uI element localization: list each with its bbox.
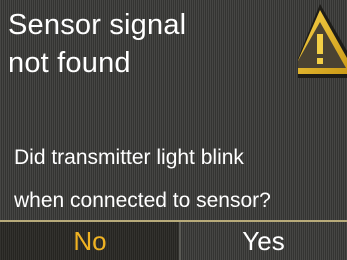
- alert-question-line-1: Did transmitter light blink: [14, 146, 244, 169]
- pump-screen: Sensor signal not found Did transmitter …: [0, 0, 347, 260]
- alert-title-line-1: Sensor signal: [8, 9, 187, 41]
- yes-button[interactable]: Yes: [180, 222, 347, 260]
- alert-question-line-2: when connected to sensor?: [14, 189, 271, 212]
- no-button[interactable]: No: [0, 222, 180, 260]
- alert-question: Did transmitter light blink when connect…: [14, 136, 344, 222]
- softkey-bar: No Yes: [0, 220, 347, 260]
- warning-icon: [298, 4, 347, 78]
- alert-title: Sensor signal not found: [8, 6, 298, 82]
- alert-title-line-2: not found: [8, 47, 131, 79]
